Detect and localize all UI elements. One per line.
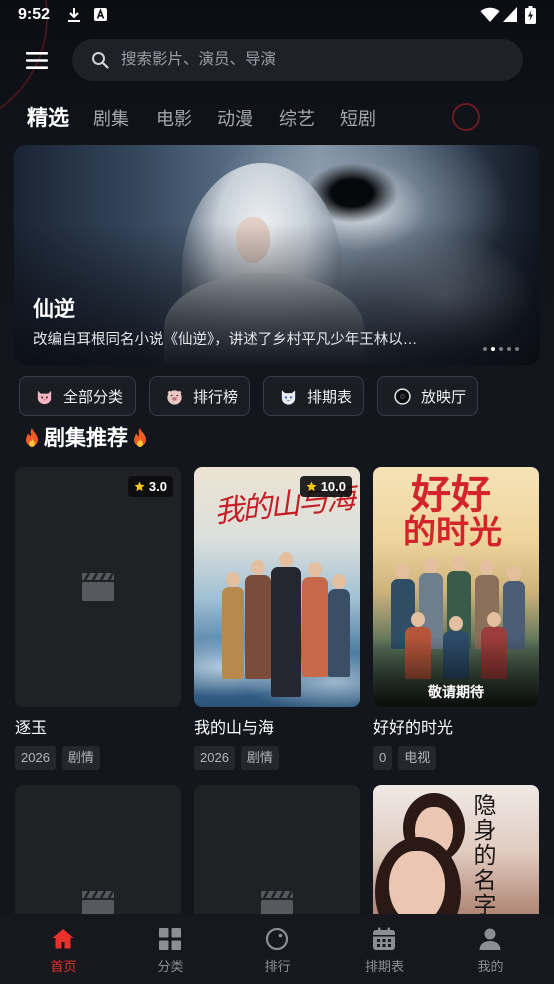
poster-art-face — [389, 851, 445, 923]
schedule-button[interactable]: 排期表 — [263, 376, 364, 416]
search-icon[interactable] — [91, 51, 109, 69]
status-bar: 9:52 — [0, 0, 554, 30]
nav-profile[interactable]: 我的 — [437, 914, 544, 984]
home-icon — [52, 929, 74, 949]
star-icon — [134, 481, 145, 492]
nav-ranking[interactable]: 排行 — [224, 914, 331, 984]
tab-series[interactable]: 剧集 — [93, 107, 129, 131]
pagination-dot[interactable] — [499, 347, 503, 351]
poster-figure — [222, 572, 244, 679]
hero-banner[interactable]: 仙逆 改编自耳根同名小说《仙逆》，讲述了乡村平凡少年王林以… — [14, 145, 540, 365]
schedule-label: 排期表 — [307, 388, 353, 406]
tab-movies[interactable]: 电影 — [156, 107, 192, 131]
clock: 9:52 — [18, 6, 51, 23]
year-tag: 0 — [373, 746, 393, 770]
card-title[interactable]: 好好的时光 — [373, 719, 539, 739]
tab-anime[interactable]: 动漫 — [217, 107, 253, 131]
clapperboard-icon — [82, 572, 115, 601]
rating-badge: 3.0 — [127, 476, 173, 497]
user-icon — [479, 928, 501, 950]
year-tag: 2026 — [15, 746, 56, 770]
section-title: 剧集推荐 — [44, 427, 128, 450]
decorative-ring — [452, 103, 480, 131]
banner-pagination — [483, 347, 519, 351]
year-tag: 2026 — [194, 746, 235, 770]
ranking-icon — [265, 927, 289, 951]
search-input[interactable] — [121, 39, 501, 81]
section-header: 剧集推荐 — [22, 426, 150, 452]
a-notification-icon — [94, 8, 107, 21]
screening-room-button[interactable]: 放映厅 — [377, 376, 478, 416]
poster-figure — [271, 552, 301, 697]
circle-icon — [394, 387, 411, 405]
pagination-dot[interactable] — [483, 347, 487, 351]
poster-image[interactable]: 我的山与海 10.0 — [194, 467, 360, 707]
rating-badge: 10.0 — [299, 476, 352, 497]
nav-label: 首页 — [50, 959, 77, 974]
grid-icon — [159, 928, 181, 950]
pagination-dot[interactable] — [515, 347, 519, 351]
signal-icon — [503, 7, 517, 22]
nav-home[interactable]: 首页 — [10, 914, 117, 984]
nav-label: 我的 — [477, 959, 504, 974]
nav-label: 分类 — [157, 959, 184, 974]
fire-icon — [26, 428, 38, 447]
nav-schedule[interactable]: 排期表 — [331, 914, 438, 984]
poster-title-art: 隐身的名字 — [469, 793, 495, 918]
genre-tag: 剧情 — [61, 746, 100, 770]
card-title[interactable]: 逐玉 — [15, 719, 181, 739]
poster-image[interactable]: 好好 的时光 敬请期待 — [373, 467, 539, 707]
menu-icon[interactable] — [26, 52, 48, 69]
tab-short-drama[interactable]: 短剧 — [340, 107, 376, 131]
download-icon — [68, 8, 80, 22]
coming-soon-label: 敬请期待 — [428, 684, 484, 700]
tag-row: 0 电视 — [373, 746, 437, 770]
poster-figure — [328, 574, 350, 677]
star-icon — [306, 481, 317, 492]
all-categories-label: 全部分类 — [63, 388, 124, 406]
pagination-dot[interactable] — [507, 347, 511, 351]
poster-title-art: 的时光 — [403, 512, 502, 551]
rating-value: 10.0 — [320, 479, 346, 494]
pink-cat-icon — [37, 390, 52, 404]
ranking-label: 排行榜 — [193, 388, 239, 406]
genre-tag: 剧情 — [240, 746, 279, 770]
screening-room-label: 放映厅 — [421, 388, 467, 406]
search-bar[interactable] — [72, 39, 523, 81]
tag-row: 2026 剧情 — [194, 746, 279, 770]
cat-face-icon — [281, 389, 296, 405]
ranking-button[interactable]: 排行榜 — [149, 376, 250, 416]
poster-figure — [245, 560, 271, 679]
fire-icon — [134, 428, 146, 447]
calendar-icon — [373, 927, 395, 950]
nav-categories[interactable]: 分类 — [117, 914, 224, 984]
pagination-dot[interactable] — [491, 347, 495, 351]
genre-tag: 电视 — [398, 746, 437, 770]
app-screen: 9:52 精选 剧集 电影 动漫 综 — [0, 0, 554, 984]
tab-variety[interactable]: 综艺 — [279, 107, 315, 131]
nav-label: 排行 — [264, 959, 291, 974]
nav-label: 排期表 — [364, 959, 404, 974]
card-title[interactable]: 我的山与海 — [194, 719, 360, 739]
poster-figure — [302, 562, 328, 677]
tab-featured[interactable]: 精选 — [27, 106, 69, 132]
bottom-navigation: 首页 分类 排行 排期表 我的 — [0, 914, 554, 984]
poster-title-art: 好好 — [411, 471, 491, 518]
all-categories-button[interactable]: 全部分类 — [19, 376, 136, 416]
poster-placeholder[interactable]: 3.0 — [15, 467, 181, 707]
battery-charging-icon — [525, 6, 536, 24]
banner-description: 改编自耳根同名小说《仙逆》，讲述了乡村平凡少年王林以… — [33, 332, 418, 348]
tag-row: 2026 剧情 — [15, 746, 100, 770]
pig-face-icon — [167, 389, 182, 405]
rating-value: 3.0 — [148, 479, 167, 494]
wifi-icon — [480, 7, 500, 22]
banner-title: 仙逆 — [33, 298, 75, 321]
